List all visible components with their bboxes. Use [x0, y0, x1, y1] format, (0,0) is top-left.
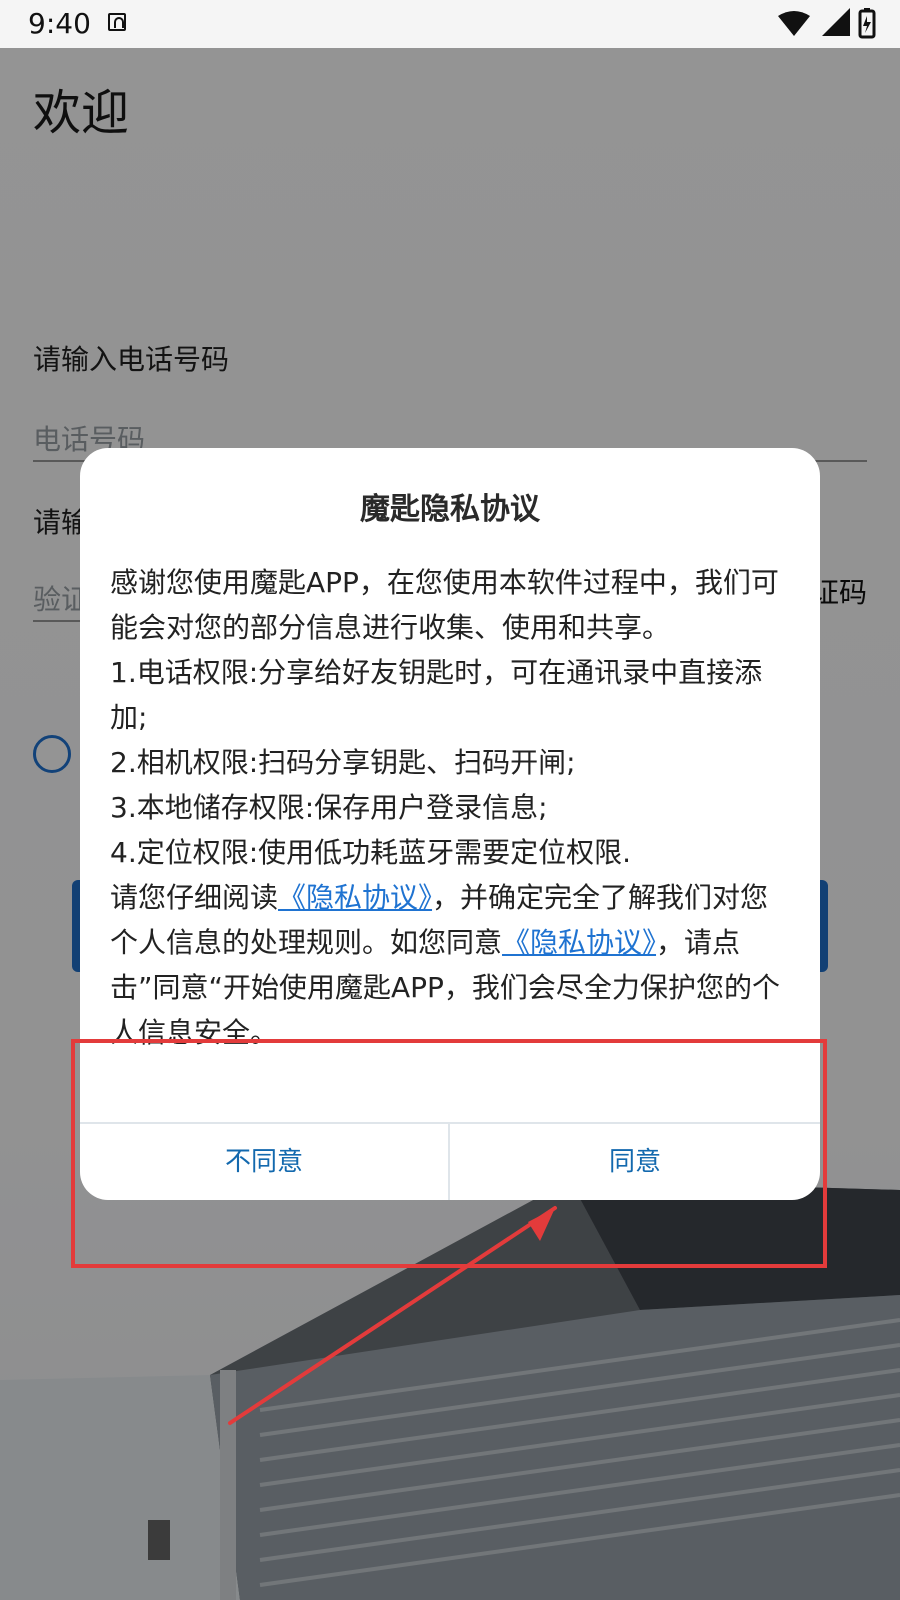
annotation-arrow	[228, 1206, 557, 1425]
